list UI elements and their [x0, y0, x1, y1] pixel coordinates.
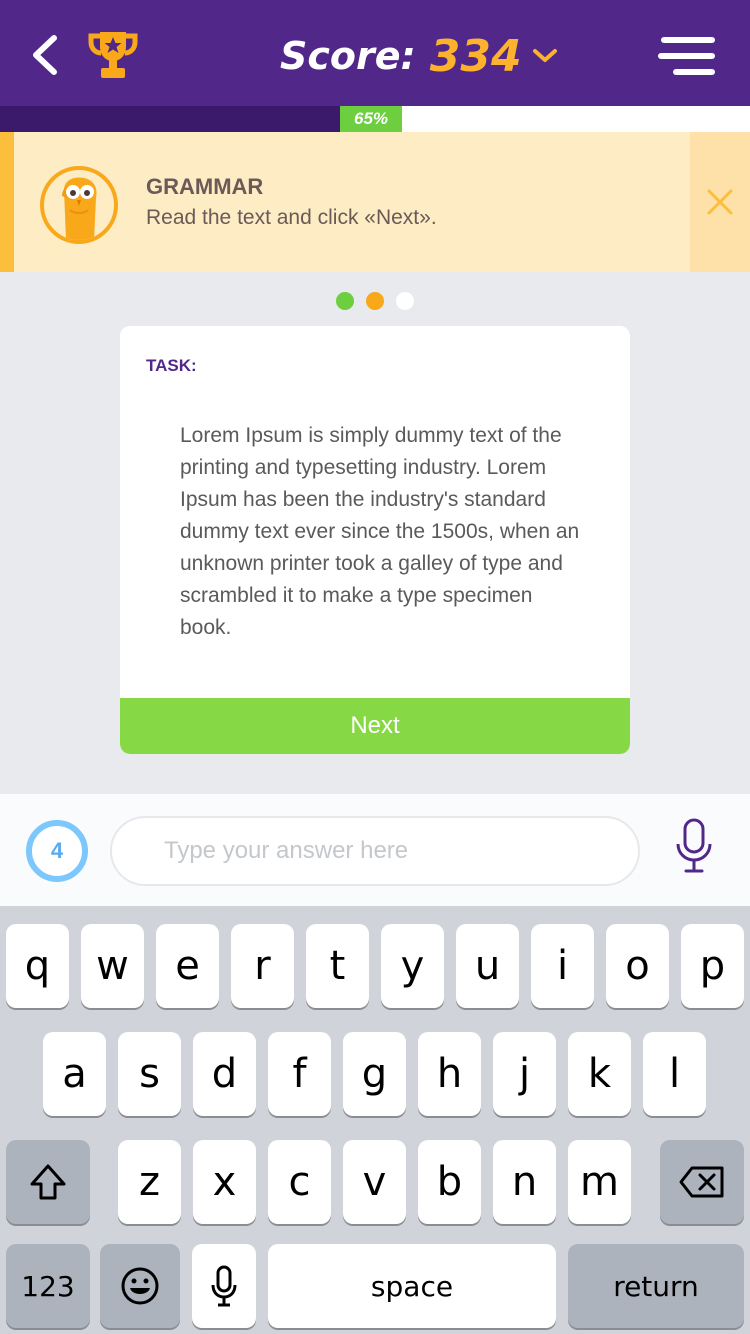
key-x[interactable]: x [193, 1140, 256, 1224]
score-value: 334 [429, 30, 522, 82]
key-a[interactable]: a [43, 1032, 106, 1116]
key-y[interactable]: y [381, 924, 444, 1008]
key-f[interactable]: f [268, 1032, 331, 1116]
key-k[interactable]: k [568, 1032, 631, 1116]
key-p[interactable]: p [681, 924, 744, 1008]
score-label: Score: [280, 34, 416, 78]
key-b[interactable]: b [418, 1140, 481, 1224]
pager-dot [336, 292, 354, 310]
pager-dots [336, 292, 414, 310]
keyboard: 123 space return qwertyuiop asdfghjkl zxcv… [0, 906, 750, 1334]
app-header: Score: 334 [0, 0, 750, 106]
key-r[interactable]: r [231, 924, 294, 1008]
key-j[interactable]: j [493, 1032, 556, 1116]
pager-dot [366, 292, 384, 310]
trophy-icon [88, 32, 138, 78]
attempts-counter: 4 [26, 820, 88, 882]
numbers-key[interactable]: 123 [6, 1244, 90, 1328]
hint-close-button[interactable] [690, 132, 750, 272]
microphone-icon [676, 818, 712, 873]
backspace-key[interactable] [660, 1140, 744, 1224]
hamburger-menu-icon [658, 37, 715, 75]
pager-dot [396, 292, 414, 310]
chevron-down-icon [532, 49, 557, 62]
shift-icon [30, 1164, 66, 1200]
key-s[interactable]: s [118, 1032, 181, 1116]
key-e[interactable]: e [156, 924, 219, 1008]
key-m[interactable]: m [568, 1140, 631, 1224]
microphone-icon [211, 1265, 237, 1307]
emoji-key[interactable] [100, 1244, 180, 1328]
voice-input-button[interactable] [672, 816, 716, 876]
progress-fill [0, 106, 340, 132]
progress-bar: 65% [0, 106, 750, 132]
key-n[interactable]: n [493, 1140, 556, 1224]
chevron-left-icon [33, 35, 57, 75]
task-card: TASK: Lorem Ipsum is simply dummy text o… [120, 326, 630, 754]
task-text: Lorem Ipsum is simply dummy text of the … [180, 424, 580, 639]
key-w[interactable]: w [81, 924, 144, 1008]
hint-text: Read the text and click «Next». [146, 206, 437, 229]
progress-badge: 65% [340, 106, 402, 132]
next-button[interactable]: Next [120, 698, 630, 754]
hint-accent-stripe [0, 132, 14, 272]
key-o[interactable]: o [606, 924, 669, 1008]
task-label: TASK: [146, 356, 197, 375]
hint-title: GRAMMAR [146, 174, 264, 199]
key-g[interactable]: g [343, 1032, 406, 1116]
key-t[interactable]: t [306, 924, 369, 1008]
answer-bar: 4 [0, 794, 750, 906]
dictation-key[interactable] [192, 1244, 256, 1328]
answer-input[interactable] [110, 816, 640, 886]
emoji-icon [121, 1267, 159, 1305]
mascot-avatar [40, 166, 118, 244]
key-l[interactable]: l [643, 1032, 706, 1116]
return-key[interactable]: return [568, 1244, 744, 1328]
trophy-button[interactable] [86, 28, 140, 82]
key-i[interactable]: i [531, 924, 594, 1008]
menu-button[interactable] [658, 34, 716, 78]
backspace-icon [679, 1166, 724, 1198]
key-q[interactable]: q [6, 924, 69, 1008]
hint-banner: GRAMMAR Read the text and click «Next». [0, 132, 750, 272]
shift-key[interactable] [6, 1140, 90, 1224]
owl-mascot-icon [62, 177, 97, 240]
key-z[interactable]: z [118, 1140, 181, 1224]
key-h[interactable]: h [418, 1032, 481, 1116]
space-key[interactable]: space [268, 1244, 556, 1328]
key-v[interactable]: v [343, 1140, 406, 1224]
back-button[interactable] [26, 32, 66, 78]
close-icon [707, 189, 733, 215]
key-u[interactable]: u [456, 924, 519, 1008]
score-selector[interactable]: Score: 334 [280, 26, 558, 86]
key-c[interactable]: c [268, 1140, 331, 1224]
key-d[interactable]: d [193, 1032, 256, 1116]
